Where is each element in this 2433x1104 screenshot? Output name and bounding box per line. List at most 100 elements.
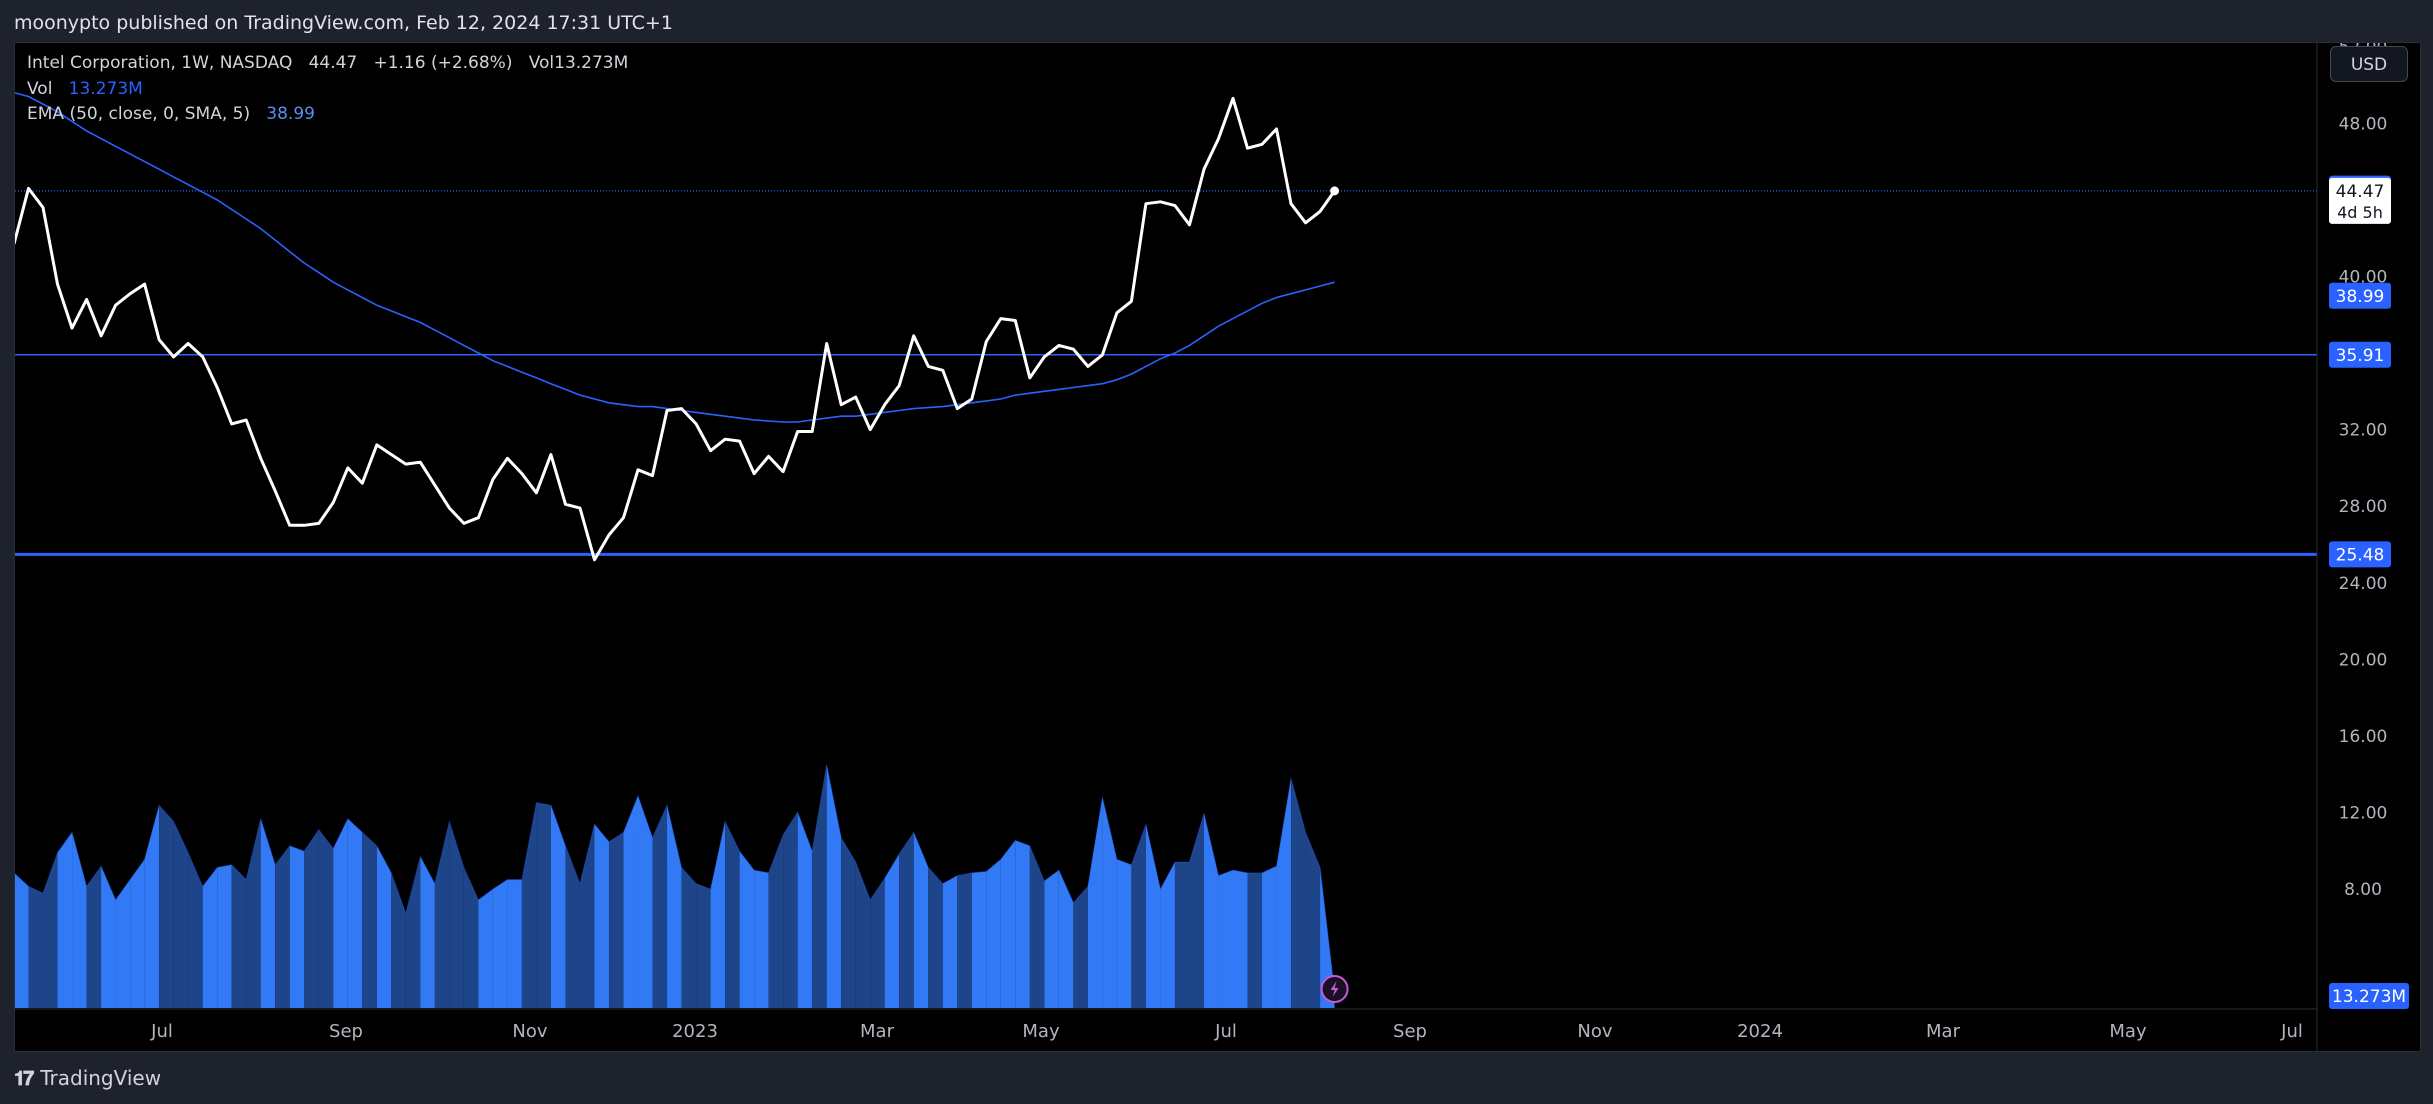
x-tick-label: Jul [150, 1021, 173, 1042]
x-tick-label: May [2109, 1021, 2147, 1042]
volume-bar [1247, 872, 1263, 1008]
volume-bar [579, 824, 595, 1008]
last-price-dot [1330, 186, 1340, 196]
x-tick-label: Nov [512, 1021, 547, 1042]
currency-button[interactable]: USD [2330, 46, 2408, 82]
legend-vol-value: 13.273M [554, 53, 629, 73]
volume-bar [1015, 840, 1030, 1008]
volume-bar [434, 821, 450, 1008]
volume-bar [957, 872, 972, 1008]
volume-bar [1160, 862, 1175, 1008]
volume-bar [43, 852, 58, 1008]
volume-bar [507, 879, 522, 1008]
volume-bar [1000, 840, 1016, 1008]
x-tick-label: Sep [329, 1021, 363, 1042]
volume-bar [347, 818, 363, 1008]
volume-bar [449, 821, 464, 1008]
volume-bar [1044, 870, 1059, 1008]
volume-bar [725, 821, 740, 1008]
volume-bar [884, 853, 900, 1008]
y-tick-label: 8.00 [2344, 880, 2382, 900]
legend-last-price: 44.47 [308, 53, 358, 73]
x-tick-label: Mar [1926, 1021, 1961, 1042]
volume-bar [362, 832, 377, 1008]
y-tick-label: 28.00 [2339, 497, 2388, 517]
volume-bar [289, 845, 305, 1008]
y-tick-label: 16.00 [2339, 727, 2388, 747]
volume-bar [1218, 870, 1233, 1008]
volume-bar [638, 795, 653, 1008]
volume-scale-tag: 13.273M [2332, 987, 2406, 1007]
volume-bar [1276, 778, 1292, 1008]
legend-ema-row[interactable]: EMA (50, close, 0, SMA, 5) 38.99 [27, 104, 315, 124]
volume-bar [231, 864, 247, 1008]
volume-bar [928, 867, 943, 1008]
legend-volume-row[interactable]: Vol 13.273M [27, 79, 143, 99]
volume-bar [986, 859, 1001, 1008]
tradingview-logo-icon: 𝟏𝟕 [14, 1066, 34, 1090]
volume-bar [942, 875, 958, 1008]
volume-bar [405, 856, 421, 1008]
ema-legend-label: EMA (50, close, 0, SMA, 5) [27, 104, 251, 124]
y-tick-label: 12.00 [2339, 804, 2388, 824]
volume-bar [115, 879, 131, 1008]
volume-bar [855, 862, 871, 1008]
volume-bar [913, 832, 929, 1008]
volume-bar [608, 832, 624, 1008]
volume-bar [376, 845, 392, 1008]
volume-bar [492, 879, 508, 1008]
volume-bar [57, 832, 73, 1008]
x-tick-label: 2024 [1737, 1021, 1783, 1042]
volume-bar [870, 878, 885, 1008]
volume-bar [318, 829, 334, 1008]
volume-bar [130, 859, 145, 1008]
volume-bar [783, 812, 798, 1008]
x-tick-label: Jul [1214, 1021, 1237, 1042]
volume-bar [1305, 832, 1321, 1008]
volume-bar [1073, 886, 1088, 1008]
volume-bar [1058, 870, 1074, 1008]
volume-bar [463, 867, 479, 1008]
volume-bar [594, 824, 609, 1008]
volume-bar [217, 864, 232, 1008]
x-tick-label: May [1022, 1021, 1060, 1042]
volume-bar [681, 867, 697, 1008]
volume-bar [739, 851, 755, 1008]
volume-bar [696, 883, 711, 1008]
volume-bar [1174, 862, 1190, 1008]
price-scale-tag: 38.99 [2336, 287, 2385, 307]
volume-bar [797, 812, 813, 1008]
volume-bar [536, 802, 551, 1008]
last-price-box-time: 4d 5h [2337, 203, 2383, 222]
volume-bar [275, 845, 290, 1008]
volume-bar [652, 805, 668, 1008]
y-tick-label: 20.00 [2339, 650, 2388, 670]
volume-bar [550, 805, 566, 1008]
ema-legend-value: 38.99 [266, 104, 315, 124]
volume-bar [1087, 797, 1103, 1008]
footer-brand[interactable]: 𝟏𝟕 TradingView [14, 1064, 161, 1092]
volume-bar [1233, 870, 1248, 1008]
volume-bar [15, 873, 29, 1008]
volume-bar [101, 866, 116, 1008]
legend-symbol-row[interactable]: Intel Corporation, 1W, NASDAQ 44.47 +1.1… [27, 53, 628, 73]
volume-bar [1029, 845, 1045, 1008]
chart-frame[interactable]: Jul Sep Nov 2023 Mar May Jul Sep Nov 2024 Mar May Ju… [14, 42, 2421, 1052]
volume-bar [768, 835, 784, 1008]
volume-bar [812, 764, 827, 1008]
volume-bar [478, 889, 493, 1008]
y-tick-label: 32.00 [2339, 421, 2388, 441]
x-tick-label: 2023 [672, 1021, 718, 1042]
volume-bar [86, 866, 102, 1008]
x-tick-label: Jul [2280, 1021, 2303, 1042]
price-line [15, 96, 1336, 562]
price-chart[interactable]: Jul Sep Nov 2023 Mar May Jul Sep Nov 2024 Mar May Ju… [15, 43, 2420, 1051]
legend-change: +1.16 (+2.68%) [373, 53, 513, 73]
x-tick-label: Sep [1393, 1021, 1427, 1042]
volume-bar [202, 867, 218, 1008]
volume-bar [260, 818, 276, 1008]
volume-bar [1116, 859, 1132, 1008]
volume-bar [159, 805, 174, 1008]
volume-bar [1291, 778, 1306, 1008]
x-tick-label: Mar [860, 1021, 895, 1042]
